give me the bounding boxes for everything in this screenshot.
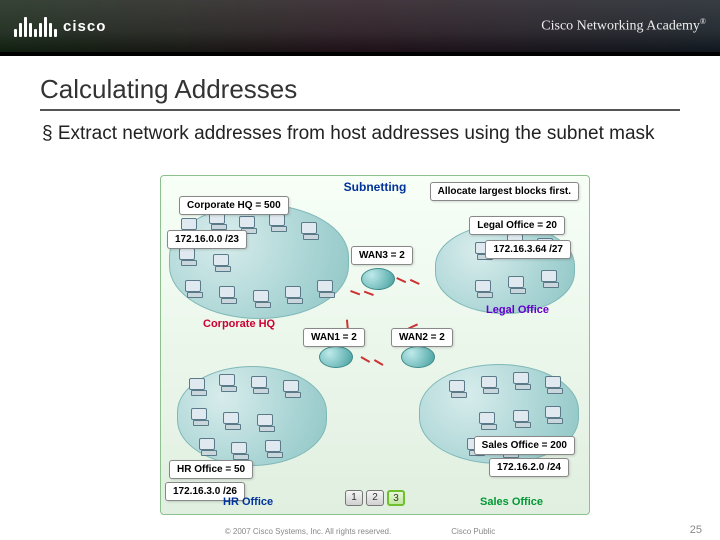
- box-legal-cidr: 172.16.3.64 /27: [485, 240, 571, 259]
- pc-icon: [199, 438, 217, 454]
- academy-label: Cisco Networking Academy®: [541, 17, 706, 35]
- caption-sales: Sales Office: [480, 496, 543, 508]
- box-hq-cidr: 172.16.0.0 /23: [167, 230, 247, 249]
- slide-title: Calculating Addresses: [40, 74, 680, 111]
- pc-icon: [283, 380, 301, 396]
- wan-link: [397, 275, 420, 287]
- pc-icon: [317, 280, 335, 296]
- box-wan3: WAN3 = 2: [351, 246, 413, 265]
- wan-link: [350, 286, 373, 300]
- box-wan2: WAN2 = 2: [391, 328, 453, 347]
- box-alloc-note: Allocate largest blocks first.: [430, 182, 579, 201]
- pc-icon: [253, 290, 271, 306]
- pc-icon: [269, 214, 287, 230]
- box-hq-name: Corporate HQ = 500: [179, 196, 289, 215]
- slide-footer: © 2007 Cisco Systems, Inc. All rights re…: [0, 527, 720, 536]
- cisco-logo: cisco: [14, 15, 106, 37]
- box-legal-name: Legal Office = 20: [469, 216, 565, 235]
- pc-icon: [213, 254, 231, 270]
- footer-classification: Cisco Public: [451, 527, 495, 536]
- box-hr-name: HR Office = 50: [169, 460, 253, 479]
- router-icon: [401, 346, 435, 368]
- pc-icon: [479, 412, 497, 428]
- pc-icon: [481, 376, 499, 392]
- cisco-wordmark: cisco: [63, 18, 106, 35]
- pc-icon: [251, 376, 269, 392]
- slide-number: 25: [690, 524, 702, 536]
- pc-icon: [508, 276, 526, 292]
- footer-copyright: © 2007 Cisco Systems, Inc. All rights re…: [225, 527, 391, 536]
- box-wan1: WAN1 = 2: [303, 328, 365, 347]
- caption-hr: HR Office: [223, 496, 273, 508]
- caption-legal: Legal Office: [486, 304, 549, 316]
- router-icon: [319, 346, 353, 368]
- pc-icon: [257, 414, 275, 430]
- pager-btn-2[interactable]: 2: [366, 490, 384, 506]
- pc-icon: [285, 286, 303, 302]
- pc-icon: [191, 408, 209, 424]
- box-sales-cidr: 172.16.2.0 /24: [489, 458, 569, 477]
- diagram-pager: 1 2 3: [345, 490, 405, 506]
- cisco-bars-icon: [14, 15, 57, 37]
- wan-link: [361, 356, 383, 366]
- pc-icon: [545, 406, 563, 422]
- pc-icon: [179, 248, 197, 264]
- pc-icon: [189, 378, 207, 394]
- pc-icon: [513, 372, 531, 388]
- pc-icon: [265, 440, 283, 456]
- pc-icon: [545, 376, 563, 392]
- box-sales-name: Sales Office = 200: [474, 436, 575, 455]
- caption-hq: Corporate HQ: [203, 318, 275, 330]
- pc-icon: [301, 222, 319, 238]
- pc-icon: [185, 280, 203, 296]
- pc-icon: [219, 374, 237, 390]
- subnetting-diagram: Subnetting Corporate HQ =: [160, 175, 590, 515]
- pc-icon: [449, 380, 467, 396]
- pc-icon: [475, 280, 493, 296]
- pager-btn-1[interactable]: 1: [345, 490, 363, 506]
- pc-icon: [541, 270, 559, 286]
- pc-icon: [231, 442, 249, 458]
- pc-icon: [513, 410, 531, 426]
- pager-btn-3[interactable]: 3: [387, 490, 405, 506]
- pc-icon: [223, 412, 241, 428]
- pc-icon: [219, 286, 237, 302]
- bullet-text: Extract network addresses from host addr…: [0, 111, 720, 145]
- slide-header: cisco Cisco Networking Academy®: [0, 0, 720, 56]
